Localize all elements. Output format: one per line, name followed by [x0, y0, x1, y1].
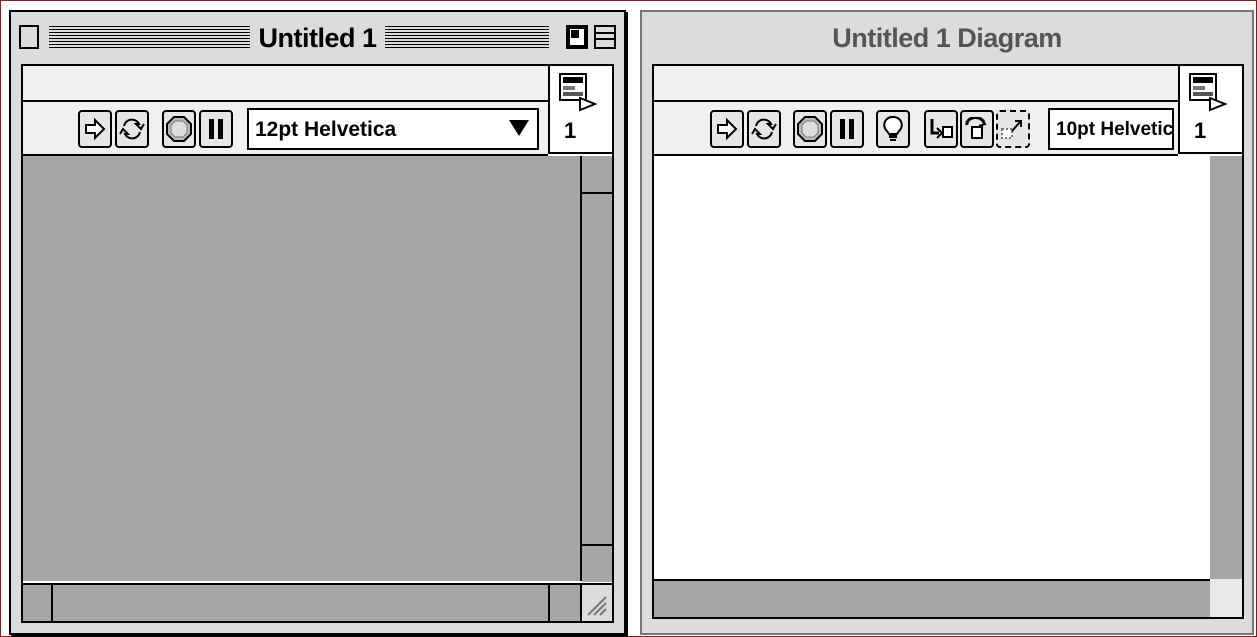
step-out-icon[interactable] — [996, 110, 1030, 148]
run-continuously-icon[interactable] — [747, 110, 781, 148]
step-into-icon[interactable] — [924, 110, 958, 148]
lightbulb-icon[interactable] — [876, 110, 910, 148]
diagram-titlebar[interactable]: Untitled 1 Diagram — [642, 12, 1252, 64]
block-diagram-workspace[interactable] — [654, 156, 1214, 581]
front-panel-toolbar: 12pt Helvetica — [23, 102, 548, 156]
window-title: Untitled 1 Diagram — [824, 22, 1070, 54]
window-title: Untitled 1 — [250, 22, 385, 54]
front-panel-blank-bar — [23, 66, 548, 102]
diagram-toolbar: 10pt Helvetic — [654, 102, 1178, 156]
scroll-right-arrow[interactable] — [548, 585, 580, 621]
run-continuously-icon[interactable] — [115, 110, 149, 148]
resize-grip-icon[interactable] — [580, 583, 612, 621]
resize-grip-icon — [1210, 579, 1242, 617]
pause-icon[interactable] — [199, 110, 233, 148]
scroll-down-arrow[interactable] — [582, 544, 612, 582]
font-ring-value: 12pt Helvetica — [255, 118, 397, 141]
vi-icon — [559, 73, 598, 112]
diagram-blank-bar — [654, 66, 1178, 102]
connector-pane-number: 1 — [564, 118, 577, 143]
horizontal-scrollbar[interactable] — [23, 583, 580, 621]
scroll-left-arrow[interactable] — [23, 585, 53, 621]
zoom-box-icon[interactable] — [594, 25, 616, 49]
tile-window-icon[interactable] — [566, 25, 588, 49]
font-ring-dropdown[interactable]: 10pt Helvetic — [1048, 108, 1174, 150]
run-arrow-icon[interactable] — [710, 110, 744, 148]
connector-pane-number: 1 — [1194, 118, 1207, 143]
chevron-down-icon — [509, 120, 529, 136]
abort-execution-icon[interactable] — [162, 110, 196, 148]
front-panel-window: Untitled 1 12pt Helvetica 1 — [9, 10, 626, 635]
step-over-icon[interactable] — [960, 110, 994, 148]
pause-icon[interactable] — [830, 110, 864, 148]
vi-icon — [1189, 73, 1228, 112]
icon-connector-pane[interactable]: 1 — [1178, 66, 1242, 154]
run-arrow-icon[interactable] — [78, 110, 112, 148]
front-panel-workspace[interactable] — [23, 156, 584, 581]
font-ring-dropdown[interactable]: 12pt Helvetica — [247, 108, 539, 150]
vertical-scrollbar[interactable] — [580, 156, 612, 582]
vertical-scrollbar[interactable] — [1210, 156, 1242, 581]
front-panel-content: 12pt Helvetica 1 — [21, 64, 614, 623]
block-diagram-window: Untitled 1 Diagram 10pt Helvetic 1 — [640, 10, 1254, 635]
horizontal-scrollbar[interactable] — [654, 579, 1210, 617]
diagram-content: 10pt Helvetic 1 — [652, 64, 1244, 619]
abort-execution-icon[interactable] — [793, 110, 827, 148]
front-panel-titlebar[interactable]: Untitled 1 — [11, 12, 624, 64]
scroll-up-arrow[interactable] — [582, 156, 612, 194]
close-box-icon[interactable] — [19, 25, 39, 49]
icon-connector-pane[interactable]: 1 — [548, 66, 612, 154]
font-ring-value: 10pt Helvetic — [1056, 119, 1174, 140]
